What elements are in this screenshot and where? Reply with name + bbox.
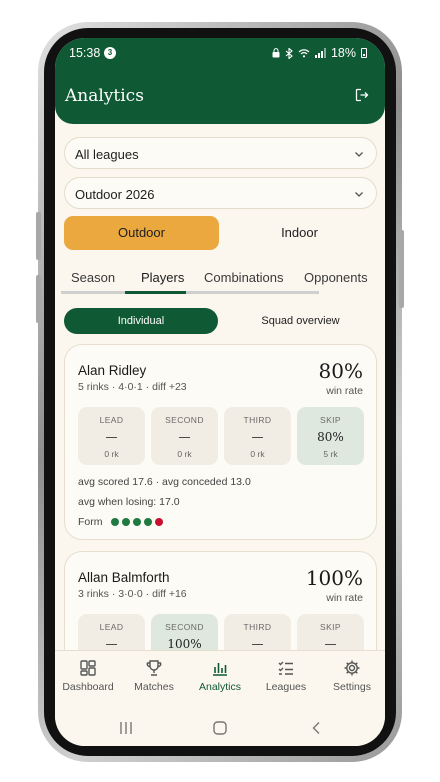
position-win-rate: 100% (167, 637, 202, 651)
chevron-down-icon (355, 192, 363, 197)
bottom-navigation: Dashboard Matches Analytics Leagues Sett… (55, 650, 385, 710)
signal-icon (314, 48, 326, 58)
season-dropdown-value: Outdoor 2026 (75, 187, 155, 202)
position-win-rate: — (324, 637, 337, 651)
battery-percent: 18% (330, 46, 356, 60)
outdoor-button[interactable]: Outdoor (64, 216, 219, 250)
bluetooth-icon (285, 47, 293, 59)
form-dot-win (132, 518, 141, 526)
position-rinks: 0 rk (104, 449, 119, 459)
position-third: THIRD — 0 rk (224, 407, 291, 465)
position-name: SECOND (165, 622, 204, 632)
tab-season[interactable]: Season (71, 270, 115, 285)
form-dot-loss (154, 518, 163, 526)
position-rinks: 5 rk (323, 449, 338, 459)
volume-button (36, 212, 41, 260)
wifi-icon (298, 49, 310, 58)
position-win-rate: — (178, 430, 191, 444)
player-name: Allan Balmforth (78, 570, 170, 585)
win-percentage: 80% (318, 359, 363, 383)
position-name: LEAD (99, 622, 124, 632)
position-rinks: 0 rk (250, 449, 265, 459)
position-name: THIRD (243, 415, 272, 425)
logout-icon[interactable] (355, 88, 369, 102)
bar-chart-icon (213, 663, 227, 676)
system-navigation-bar (55, 710, 385, 746)
position-win-rate: — (251, 430, 264, 444)
status-bar: 15:38 3 18% (55, 38, 385, 68)
form-dot-win (143, 518, 152, 526)
nav-analytics-label: Analytics (198, 681, 241, 693)
status-icons: 18% (272, 46, 367, 60)
league-dropdown-value: All leagues (75, 147, 139, 162)
position-skip: SKIP 80% 5 rk (297, 407, 364, 465)
tabs-scroll-track (61, 291, 319, 294)
position-win-rate: — (251, 637, 264, 651)
notification-badge: 3 (104, 47, 116, 59)
form-dot-win (110, 518, 119, 526)
app-screen: 15:38 3 18% Analytics All leagues Outdoo… (55, 38, 385, 746)
position-second: SECOND — 0 rk (151, 407, 218, 465)
side-button (36, 275, 41, 323)
nav-leagues-label: Leagues (265, 681, 307, 693)
season-dropdown[interactable]: Outdoor 2026 (64, 177, 377, 209)
position-win-rate: — (105, 637, 118, 651)
page-title: Analytics (65, 86, 144, 106)
nav-leagues[interactable]: Leagues (253, 659, 319, 693)
position-rinks: 0 rk (177, 449, 192, 459)
lock-icon (272, 48, 280, 58)
analytics-tabs: Season Players Combinations Opponents (61, 262, 368, 294)
indoor-button[interactable]: Indoor (222, 216, 377, 250)
player-record: 3 rinks · 3·0·0 · diff +16 (78, 588, 187, 600)
player-record: 5 rinks · 4·0·1 · diff +23 (78, 381, 187, 393)
league-dropdown[interactable]: All leagues (64, 137, 377, 169)
back-icon[interactable] (310, 721, 324, 735)
recents-icon[interactable] (119, 721, 133, 735)
squad-overview-button[interactable]: Squad overview (224, 308, 377, 334)
gear-icon (344, 660, 360, 676)
nav-dashboard[interactable]: Dashboard (55, 659, 121, 693)
view-toggle: Individual Squad overview (64, 308, 377, 334)
form-dot-win (121, 518, 130, 526)
average-scores: avg scored 17.6 · avg conceded 13.0 (78, 476, 251, 488)
win-percentage: 100% (305, 566, 363, 590)
environment-toggle: Outdoor Indoor (64, 216, 377, 250)
win-rate-label: win rate (326, 385, 363, 397)
trophy-icon (146, 660, 162, 676)
home-icon[interactable] (213, 721, 227, 735)
win-rate-label: win rate (326, 592, 363, 604)
nav-settings-label: Settings (333, 681, 371, 693)
position-name: LEAD (99, 415, 124, 425)
dashboard-icon (80, 660, 96, 676)
battery-icon (361, 48, 367, 58)
form-label: Form (78, 516, 103, 528)
power-button (399, 230, 404, 308)
individual-button[interactable]: Individual (64, 308, 218, 334)
position-win-rate: — (105, 430, 118, 444)
position-name: SECOND (165, 415, 204, 425)
nav-matches-label: Matches (134, 681, 174, 693)
active-tab-indicator (125, 291, 186, 294)
position-win-rate: 80% (317, 430, 344, 444)
nav-settings[interactable]: Settings (319, 659, 385, 693)
nav-analytics[interactable]: Analytics (187, 659, 253, 693)
position-name: THIRD (243, 622, 272, 632)
tab-players[interactable]: Players (141, 270, 184, 285)
position-lead: LEAD — 0 rk (78, 407, 145, 465)
nav-dashboard-label: Dashboard (62, 681, 114, 693)
form-guide: Form (78, 516, 163, 528)
player-name: Alan Ridley (78, 363, 147, 378)
tab-combinations[interactable]: Combinations (204, 270, 284, 285)
chevron-down-icon (355, 152, 363, 157)
status-time: 15:38 (69, 46, 101, 60)
average-when-losing: avg when losing: 17.0 (78, 496, 180, 508)
position-name: SKIP (320, 622, 341, 632)
position-name: SKIP (320, 415, 341, 425)
nav-matches[interactable]: Matches (121, 659, 187, 693)
player-card[interactable]: Alan Ridley 5 rinks · 4·0·1 · diff +23 8… (64, 344, 377, 540)
app-bar: Analytics (55, 68, 385, 124)
checklist-icon (278, 661, 293, 675)
tab-opponents[interactable]: Opponents (304, 270, 368, 285)
